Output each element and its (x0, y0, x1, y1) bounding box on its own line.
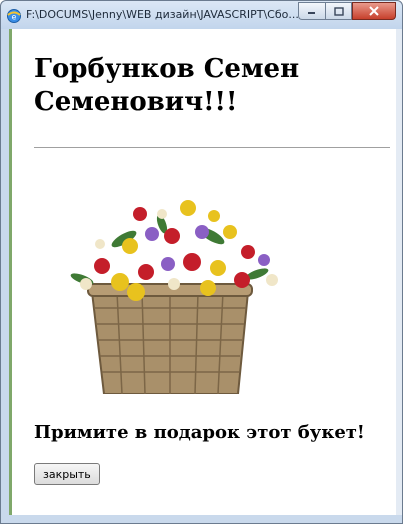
window-right-edge (396, 29, 402, 517)
page-heading: Горбунков Семен Семенович!!! (34, 54, 300, 117)
gift-message: Примите в подарок этот букет! (34, 422, 365, 443)
page-content: Горбунков Семен Семенович!!! Примите в п… (9, 29, 398, 517)
window-controls (298, 2, 396, 20)
close-window-button[interactable] (352, 2, 396, 20)
minimize-button[interactable] (298, 2, 325, 20)
maximize-button[interactable] (325, 2, 352, 20)
flower-basket-image (70, 200, 278, 394)
title-bar[interactable]: e F:\DOCUMS\Jenny\WEB дизайн\JAVASCRIPT\… (1, 1, 402, 29)
close-icon (369, 6, 379, 16)
browser-icon: e (7, 9, 21, 23)
window-title: F:\DOCUMS\Jenny\WEB дизайн\JAVASCRIPT\Сб… (26, 8, 299, 21)
svg-text:e: e (12, 13, 17, 22)
close-button[interactable]: закрыть (34, 463, 100, 485)
horizontal-rule (34, 147, 390, 148)
maximize-icon (333, 6, 344, 16)
browser-window: e F:\DOCUMS\Jenny\WEB дизайн\JAVASCRIPT\… (0, 0, 403, 524)
window-bottom-edge (1, 515, 402, 523)
minimize-icon (308, 12, 315, 14)
